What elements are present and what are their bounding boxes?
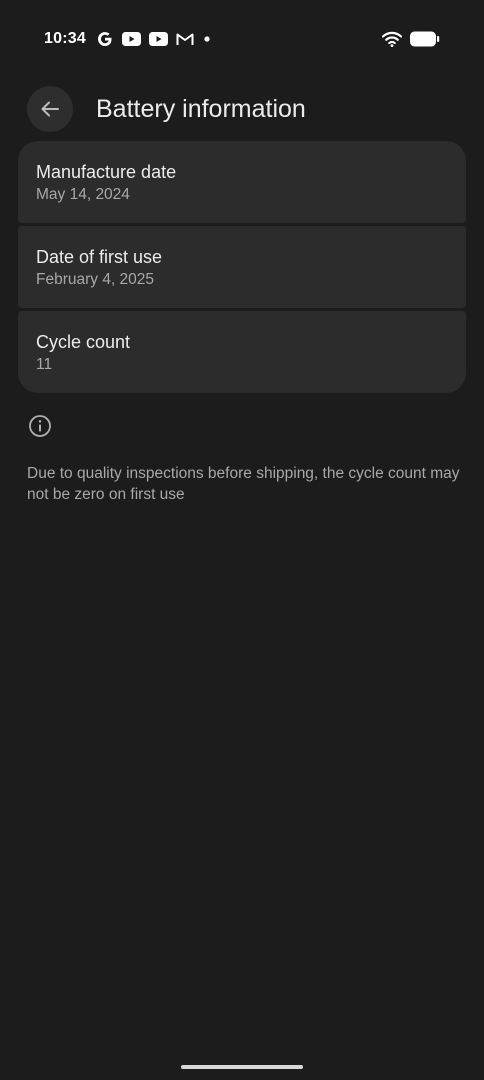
dot-icon [202, 34, 212, 44]
wifi-icon [382, 31, 402, 47]
item-title: Date of first use [36, 247, 163, 267]
info-icon [28, 414, 52, 438]
item-title: Manufacture date [36, 162, 177, 182]
status-time: 10:34 [44, 30, 86, 47]
battery-info-list: Manufacture date May 14, 2024 Date of fi… [18, 141, 466, 393]
info-text: Due to quality inspections before shippi… [27, 465, 460, 503]
navigation-gesture-bar[interactable] [181, 1065, 303, 1069]
manufacture-date-item[interactable]: Manufacture date May 14, 2024 [18, 141, 466, 223]
page-title: Battery information [96, 94, 306, 123]
cycle-count-item[interactable]: Cycle count 11 [18, 311, 466, 393]
item-title: Cycle count [36, 332, 131, 352]
header: Battery information [27, 86, 464, 132]
first-use-date-item[interactable]: Date of first use February 4, 2025 [18, 226, 466, 308]
item-value: 11 [36, 356, 53, 373]
youtube-icon [121, 32, 141, 46]
item-value: May 14, 2024 [36, 186, 130, 203]
status-right [382, 31, 440, 47]
google-icon [96, 30, 114, 48]
battery-icon [410, 31, 440, 47]
youtube-icon [148, 32, 168, 46]
arrow-left-icon [39, 98, 61, 120]
item-value: February 4, 2025 [36, 271, 155, 288]
status-bar: 10:34 [44, 26, 440, 52]
gmail-icon [176, 32, 194, 46]
back-button[interactable] [27, 86, 73, 132]
status-left: 10:34 [44, 30, 212, 48]
